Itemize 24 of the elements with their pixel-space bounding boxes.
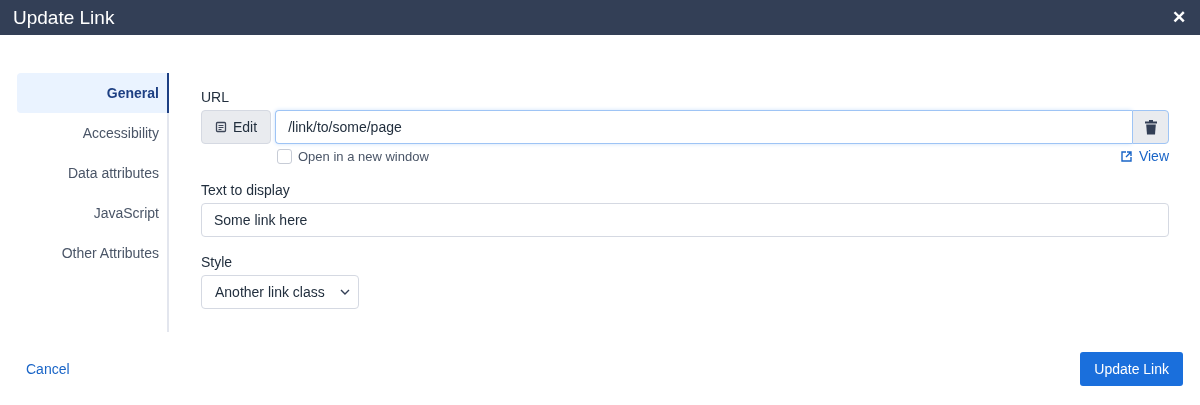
url-field[interactable]: /link/to/some/page: [275, 110, 1132, 144]
external-link-icon: [1120, 150, 1132, 162]
close-button[interactable]: ✕: [1172, 7, 1186, 28]
sidebar-tab[interactable]: General: [17, 73, 169, 113]
text-field[interactable]: Some link here: [201, 203, 1169, 237]
view-link[interactable]: View: [1120, 148, 1169, 164]
field-label: URL: [201, 89, 229, 105]
trash-icon: [1144, 119, 1157, 135]
sidebar-tab[interactable]: JavaScript: [17, 193, 169, 233]
field-label: Style: [201, 254, 233, 270]
sidebar-tab[interactable]: Data attributes: [17, 153, 169, 193]
cancel-link[interactable]: Cancel: [26, 361, 70, 377]
checkbox-label: Open in a new window: [298, 148, 429, 164]
update-link-button[interactable]: Update Link: [1080, 352, 1183, 386]
document-icon: [215, 121, 227, 133]
sidebar-tab[interactable]: Other Attributes: [17, 233, 169, 273]
chevron-down-icon: [339, 289, 350, 295]
checkbox[interactable]: [277, 148, 292, 164]
window-title: Update Link: [13, 6, 115, 29]
delete-button[interactable]: [1132, 110, 1169, 144]
edit-button[interactable]: Edit: [201, 110, 272, 144]
style-dropdown[interactable]: Another link class: [201, 275, 359, 309]
field-label: Text to display: [201, 182, 290, 198]
sidebar-tab[interactable]: Accessibility: [17, 113, 169, 153]
